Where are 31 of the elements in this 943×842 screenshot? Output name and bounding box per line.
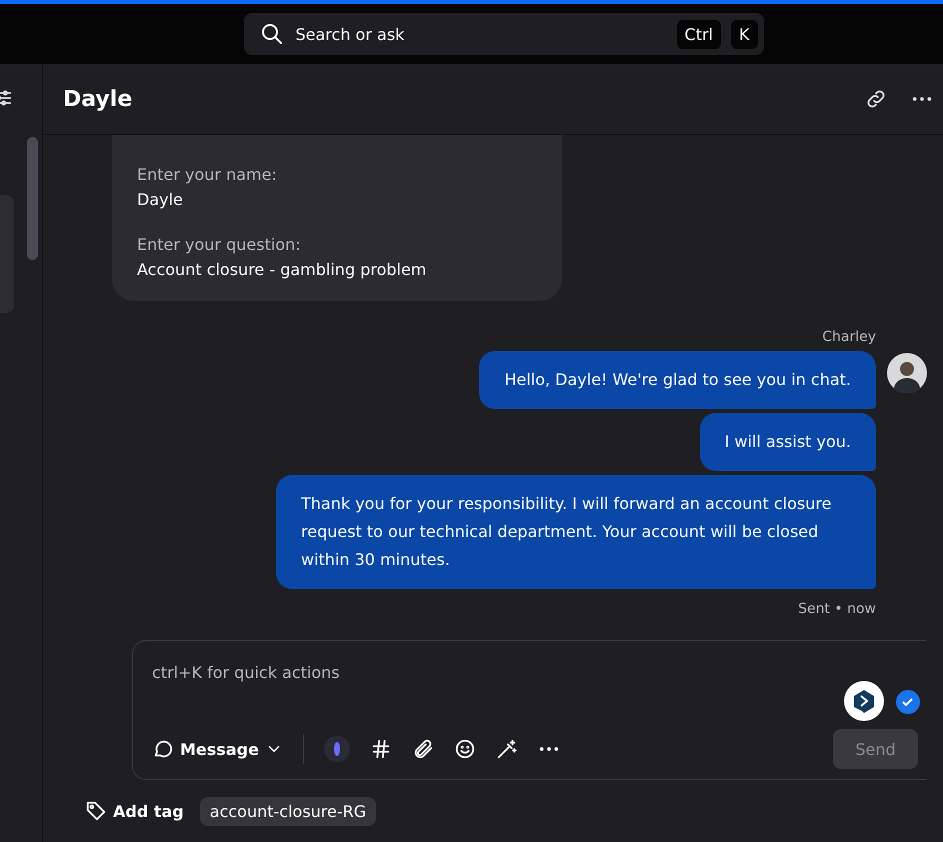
form-value: Account closure - gambling problem <box>137 260 428 279</box>
scrollbar[interactable] <box>27 137 38 260</box>
avatar <box>887 353 927 393</box>
message-status: Sent • now <box>798 601 876 617</box>
search-icon <box>260 22 284 46</box>
tag-icon <box>85 800 107 822</box>
add-tag-button[interactable]: Add tag <box>85 800 184 822</box>
search-field[interactable]: Search or ask Ctrl K <box>244 13 764 55</box>
search-input[interactable]: Search or ask <box>294 24 667 44</box>
message-mode-dropdown[interactable]: Message <box>152 738 283 760</box>
tag-chip[interactable]: account-closure-RG <box>200 796 376 826</box>
shortcut-key: K <box>731 20 758 48</box>
bot-logo-icon[interactable] <box>844 681 884 721</box>
form-label: Enter your question: <box>137 235 302 254</box>
message-composer[interactable]: ctrl+K for quick actions Message Send <box>132 640 926 780</box>
message-bubble: Hello, Dayle! We're glad to see you in chat. <box>479 351 876 409</box>
sender-name: Charley <box>822 329 876 345</box>
message-bubble: I will assist you. <box>700 413 876 471</box>
message-bubble: Thank you for your responsibility. I will forward an account closure request to our technical department. Your account will be closed within 30 minutes. <box>276 475 876 589</box>
shortcut-key: Ctrl <box>676 20 721 48</box>
check-badge-icon <box>896 690 920 714</box>
magic-wand-icon[interactable] <box>496 738 518 760</box>
message-input[interactable]: ctrl+K for quick actions <box>152 663 752 693</box>
form-value: Dayle <box>137 190 184 209</box>
ai-orb-icon[interactable] <box>324 736 350 762</box>
hashtag-icon[interactable] <box>370 738 392 760</box>
conversation-title: Dayle <box>63 86 134 112</box>
chat-bubble-icon <box>152 738 174 760</box>
smiley-icon[interactable] <box>454 738 476 760</box>
form-label: Enter your name: <box>137 165 278 184</box>
link-icon[interactable] <box>865 88 887 110</box>
